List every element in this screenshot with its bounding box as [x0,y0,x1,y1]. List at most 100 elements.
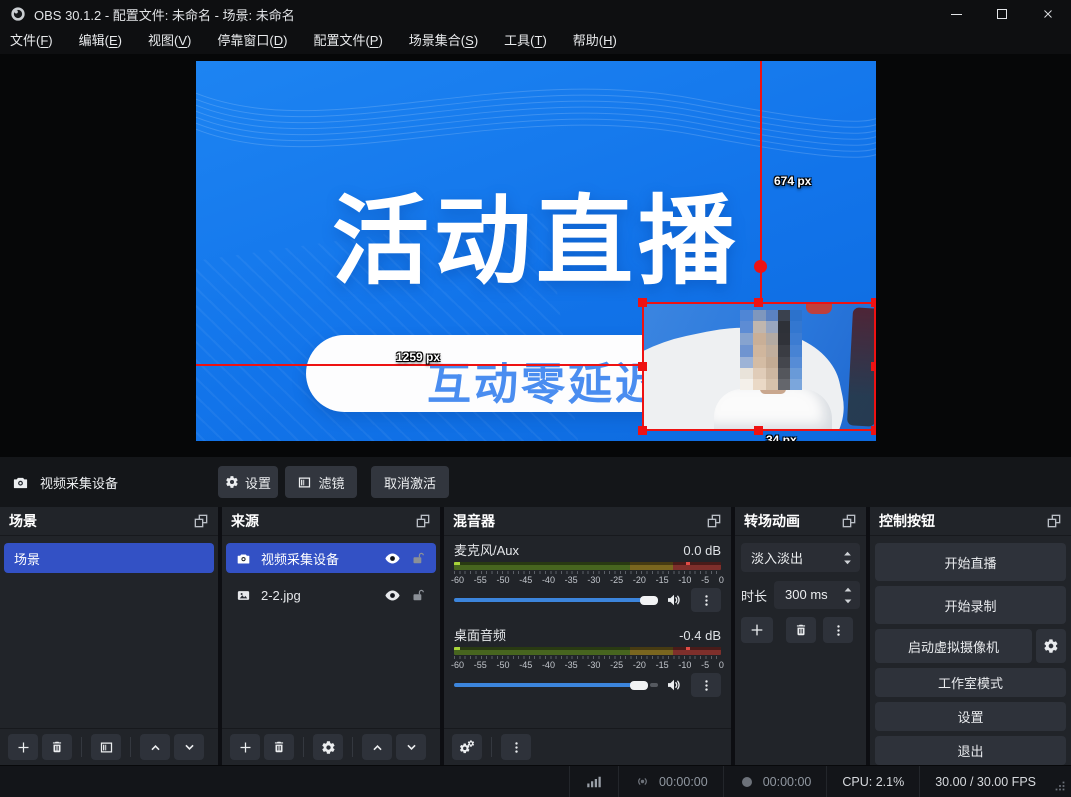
menu-bar: 文件(F)编辑(E)视图(V)停靠窗口(D)配置文件(P) 场景集合(S)工具(T… [0,28,1071,54]
preview-canvas[interactable]: 活动直播 互动零延迟 674 px 1259 px [196,61,876,441]
spin-up-icon[interactable] [843,587,853,593]
toolbar-separator [81,737,82,757]
resize-handle-bottom-right[interactable] [871,426,876,435]
chevron-down-icon [843,559,852,565]
source-context-bar: 视频采集设备 设置 滤镜 取消激活 [0,457,1071,507]
scenes-toolbar [0,728,218,765]
channel-level: -0.4 dB [679,628,721,643]
selection-box-webcam[interactable] [642,302,876,431]
popout-icon[interactable] [841,513,857,529]
advanced-audio-button[interactable] [452,734,482,760]
move-source-up-button[interactable] [362,734,392,760]
controls-dock: 控制按钮 开始直播 开始录制 启动虚拟摄像机 工作室模式 设置 退出 [870,507,1071,765]
rotation-handle[interactable] [754,260,767,273]
menu-item[interactable]: 配置文件(P) [303,28,392,54]
popout-icon[interactable] [706,513,722,529]
popout-icon[interactable] [193,513,209,529]
resize-handle-middle-left[interactable] [638,362,647,371]
signal-bars-icon [585,773,603,791]
add-transition-button[interactable] [741,617,773,643]
menu-item[interactable]: 停靠窗口(D) [207,28,297,54]
move-scene-up-button[interactable] [140,734,170,760]
mixer-menu-button[interactable] [501,734,531,760]
speaker-icon[interactable] [665,676,683,694]
scene-filters-button[interactable] [91,734,121,760]
spin-down-icon[interactable] [843,598,853,604]
speaker-icon[interactable] [665,591,683,609]
image-icon [236,588,251,603]
popout-icon[interactable] [1046,513,1062,529]
move-scene-down-button[interactable] [174,734,204,760]
meter-tick-labels: -60-55-50-45-40-35-30-25-20-15-10-50 [451,660,724,670]
close-button[interactable] [1025,0,1071,28]
resize-handle-top-left[interactable] [638,298,647,307]
banner-subtitle: 互动零延迟 [427,348,662,412]
minimize-button[interactable] [933,0,979,28]
menu-item[interactable]: 编辑(E) [69,28,132,54]
menu-item[interactable]: 文件(F) [0,28,63,54]
add-scene-button[interactable] [8,734,38,760]
toolbar-separator [491,737,492,757]
remove-scene-button[interactable] [42,734,72,760]
exit-button[interactable]: 退出 [875,736,1066,765]
source-item-image[interactable]: 2-2.jpg [226,580,436,610]
studio-mode-button[interactable]: 工作室模式 [875,668,1066,697]
filter-icon [297,475,312,490]
menu-item[interactable]: 帮助(H) [563,28,627,54]
move-source-down-button[interactable] [396,734,426,760]
source-item-video-capture[interactable]: 视频采集设备 [226,543,436,573]
channel-menu-button[interactable] [691,673,721,697]
mixer-channel-mic: 麦克风/Aux 0.0 dB -60-55-50-45-40-35-30-25-… [454,540,721,612]
menu-item[interactable]: 场景集合(S) [399,28,488,54]
lock-open-icon[interactable] [411,588,426,603]
add-source-button[interactable] [230,734,260,760]
meter-ruler [454,571,721,574]
context-source-name: 视频采集设备 [40,473,118,492]
volume-slider-handle[interactable] [640,596,658,605]
scene-item[interactable]: 场景 [4,543,214,573]
transition-select[interactable]: 淡入淡出 [741,543,860,572]
volume-slider[interactable] [454,588,658,612]
chevron-up-icon [843,551,852,557]
start-streaming-button[interactable]: 开始直播 [875,543,1066,581]
resize-handle-bottom-middle[interactable] [754,426,763,435]
resize-handle-middle-right[interactable] [871,362,876,371]
menu-item[interactable]: 视图(V) [138,28,201,54]
gear-icon [321,740,336,755]
menu-item[interactable]: 工具(T) [494,28,557,54]
transition-menu-button[interactable] [823,617,853,643]
source-filters-button[interactable]: 滤镜 [285,466,357,498]
resize-grip[interactable] [1051,766,1071,797]
popout-icon[interactable] [415,513,431,529]
minimize-icon [951,14,962,15]
gear-icon [1043,638,1059,654]
source-deactivate-button[interactable]: 取消激活 [371,466,449,498]
kebab-menu-icon [509,740,524,755]
mixer-body: 麦克风/Aux 0.0 dB -60-55-50-45-40-35-30-25-… [444,536,731,697]
duration-spinner[interactable]: 300 ms [774,581,860,609]
volume-slider[interactable] [454,673,658,697]
start-recording-button[interactable]: 开始录制 [875,586,1066,624]
volume-slider-handle[interactable] [630,681,648,690]
start-virtual-camera-button[interactable]: 启动虚拟摄像机 [875,629,1032,663]
settings-button[interactable]: 设置 [875,702,1066,731]
pixelated-face [740,310,802,390]
trash-icon [272,740,286,754]
resize-handle-top-middle[interactable] [754,298,763,307]
remove-transition-button[interactable] [786,617,816,643]
resize-handle-top-right[interactable] [871,298,876,307]
visibility-eye-icon[interactable] [384,587,401,604]
visibility-eye-icon[interactable] [384,550,401,567]
source-properties-button[interactable] [313,734,343,760]
source-settings-button[interactable]: 设置 [218,466,278,498]
resize-handle-bottom-left[interactable] [638,426,647,435]
webcam-red-spot [806,304,832,314]
channel-menu-button[interactable] [691,588,721,612]
width-measure-label: 1259 px [396,350,440,364]
gear-icon [225,475,239,489]
lock-open-icon[interactable] [411,551,426,566]
maximize-button[interactable] [979,0,1025,28]
remove-source-button[interactable] [264,734,294,760]
virtual-camera-settings-button[interactable] [1036,629,1066,663]
sources-dock: 来源 视频采集设备 2-2.jpg [222,507,440,765]
